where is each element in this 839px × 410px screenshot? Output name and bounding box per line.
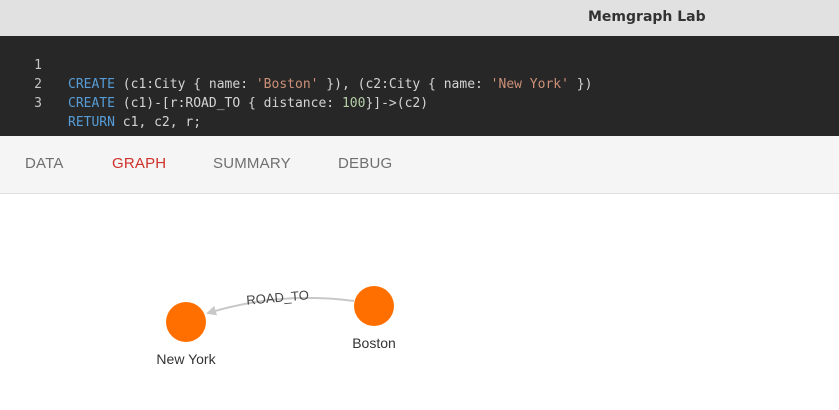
code-token: (c1)-[r:ROAD_TO { distance:	[114, 96, 342, 111]
editor-line-2[interactable]: 2 CREATE (c1)-[r:ROAD_TO { distance: 100…	[0, 56, 839, 111]
editor-line-1[interactable]: 1 CREATE (c1:City { name: 'Boston' }), (…	[0, 37, 839, 92]
graph-svg[interactable]: ROAD_TO New York Boston	[0, 195, 839, 410]
tab-data[interactable]: DATA	[25, 155, 64, 172]
code-token: c1, c2, r;	[114, 115, 202, 130]
edge-label: ROAD_TO	[246, 287, 310, 307]
code-line-3[interactable]: RETURN c1, c2, r;	[68, 113, 201, 132]
node-label-boston: Boston	[352, 335, 396, 351]
code-token: }]->(c2)	[365, 96, 429, 111]
node-new-york[interactable]	[166, 302, 206, 342]
window-title: Memgraph Lab	[588, 9, 706, 25]
tab-debug[interactable]: DEBUG	[338, 155, 392, 172]
code-token: RETURN	[68, 115, 115, 130]
code-line-2[interactable]: CREATE (c1)-[r:ROAD_TO { distance: 100}]…	[68, 94, 428, 113]
editor-line-3[interactable]: 3 RETURN c1, c2, r;	[0, 75, 839, 130]
tab-summary[interactable]: SUMMARY	[213, 155, 291, 172]
node-label-new-york: New York	[156, 351, 216, 367]
graph-canvas[interactable]: ROAD_TO New York Boston	[0, 195, 839, 410]
code-token: CREATE	[68, 96, 115, 111]
result-tabs: DATA GRAPH SUMMARY DEBUG	[0, 136, 839, 194]
line-number: 3	[34, 96, 42, 111]
code-token: 100	[341, 96, 366, 111]
tab-graph[interactable]: GRAPH	[112, 155, 166, 172]
title-bar: Memgraph Lab	[0, 0, 839, 36]
query-editor[interactable]: 1 CREATE (c1:City { name: 'Boston' }), (…	[0, 36, 839, 136]
node-boston[interactable]	[354, 286, 394, 326]
